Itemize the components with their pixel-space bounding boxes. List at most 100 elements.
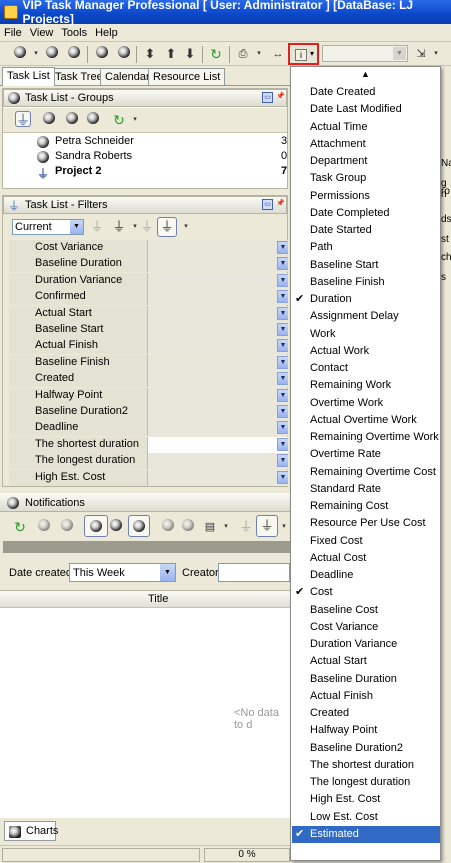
export-dropdown-icon[interactable]: ▾ [428, 46, 444, 62]
delete-group-icon[interactable] [85, 112, 101, 128]
filter-value[interactable]: ▼ [148, 436, 288, 453]
menu-tools[interactable]: Tools [61, 27, 87, 39]
menu-view[interactable]: View [30, 27, 54, 39]
filter-value[interactable]: ▼ [148, 240, 288, 256]
menu-item[interactable]: Baseline Start [292, 257, 440, 274]
filter-value[interactable]: ▼ [148, 404, 288, 420]
chevron-down-icon[interactable]: ▼ [277, 257, 288, 271]
filter-edit-icon[interactable]: ⏚ [111, 219, 127, 235]
menu-item[interactable]: Baseline Finish [292, 274, 440, 291]
filter-row[interactable]: High Est. Cost ▼ [9, 469, 288, 486]
menu-item[interactable]: Baseline Duration [292, 671, 440, 688]
filter-row[interactable]: Baseline Start ▼ [9, 322, 288, 338]
refresh-icon[interactable]: ↻ [12, 519, 28, 535]
refresh-groups-icon[interactable]: ↻ [111, 112, 127, 128]
menu-item[interactable]: Overtime Rate [292, 446, 440, 463]
menu-item[interactable]: Overtime Work [292, 395, 440, 412]
notif-filter-icon[interactable]: ⏚ [238, 519, 254, 535]
column-title-header[interactable]: Title [148, 593, 168, 605]
notif-columns-icon[interactable]: ▤ [202, 519, 218, 535]
filter-clear-icon[interactable]: ⏚ [139, 219, 155, 235]
new-task-dropdown-icon[interactable]: ▾ [28, 46, 44, 62]
chevron-down-icon[interactable]: ▼ [277, 454, 288, 468]
notif-filter-options-icon[interactable]: ⏚ [256, 515, 278, 537]
filter-row[interactable]: Halfway Point ▼ [9, 387, 288, 404]
menu-file[interactable]: File [4, 27, 22, 39]
menu-help[interactable]: Help [95, 27, 118, 39]
move-up-icon[interactable]: ⬆ [163, 46, 179, 62]
assign-task-icon[interactable] [94, 46, 110, 62]
pin-icon[interactable]: 📌 [275, 199, 286, 210]
chevron-down-icon[interactable]: ▼ [277, 306, 288, 320]
menu-item[interactable]: Contact [292, 360, 440, 377]
chevron-down-icon[interactable]: ▼ [277, 388, 288, 402]
filter-row[interactable]: Deadline ▼ [9, 420, 288, 437]
notif-inbox-icon[interactable] [84, 515, 108, 537]
filter-value[interactable]: ▼ [148, 305, 288, 322]
menu-item[interactable]: Resource Per Use Cost [292, 515, 440, 532]
print-dropdown-icon[interactable]: ▾ [251, 46, 267, 62]
chevron-down-icon[interactable]: ▼ [277, 241, 288, 254]
tab-calendar[interactable]: Calendar [100, 68, 155, 85]
menu-item[interactable]: The longest duration [292, 774, 440, 791]
edit-task-icon[interactable] [44, 46, 60, 62]
notif-reply-icon[interactable] [160, 519, 176, 535]
menu-item[interactable]: High Est. Cost [292, 791, 440, 808]
add-group-icon[interactable] [41, 112, 57, 128]
menu-item[interactable]: Assignment Delay [292, 308, 440, 325]
menu-item[interactable]: Actual Cost [292, 550, 440, 567]
menu-item[interactable]: ✔ Cost [292, 584, 440, 601]
filter-row[interactable]: Duration Variance ▼ [9, 272, 288, 289]
chevron-down-icon[interactable]: ▼ [277, 290, 288, 304]
menu-item[interactable]: Date Created [292, 84, 440, 101]
menu-item[interactable]: Created [292, 705, 440, 722]
filter-row[interactable]: Baseline Duration ▼ [9, 256, 288, 273]
filter-value[interactable]: ▼ [148, 469, 288, 486]
move-updown-icon[interactable]: ⬍ [142, 46, 158, 62]
chevron-down-icon[interactable]: ▾ [127, 112, 143, 128]
menu-item[interactable]: Halfway Point [292, 722, 440, 739]
filter-value[interactable]: ▼ [148, 371, 288, 388]
notif-forward-icon[interactable] [180, 519, 196, 535]
menu-item[interactable]: Date Started [292, 222, 440, 239]
menu-item[interactable]: Remaining Overtime Cost [292, 464, 440, 481]
menu-item[interactable]: The shortest duration [292, 757, 440, 774]
filter-value[interactable]: ▼ [148, 256, 288, 273]
menu-item[interactable]: Fixed Cost [292, 533, 440, 550]
filter-value[interactable]: ▼ [148, 338, 288, 355]
filter-row[interactable]: Created ▼ [9, 371, 288, 388]
export-icon[interactable]: ⇲ [413, 46, 429, 62]
menu-item[interactable]: Baseline Cost [292, 602, 440, 619]
menu-item[interactable]: Standard Rate [292, 481, 440, 498]
group-row[interactable]: ⏚ Project 2 7 [37, 165, 287, 181]
filter-row[interactable]: Baseline Duration2 ▼ [9, 404, 288, 420]
tab-resource-list[interactable]: Resource List [148, 68, 226, 85]
filter-value[interactable]: ▼ [148, 289, 288, 306]
menu-item[interactable]: Deadline [292, 567, 440, 584]
filter-value[interactable]: ▼ [148, 354, 288, 371]
menu-item[interactable]: Path [292, 239, 440, 256]
filter-value[interactable]: ▼ [148, 387, 288, 404]
menu-item[interactable]: Task Group [292, 170, 440, 187]
new-task-icon[interactable] [12, 46, 28, 62]
menu-item[interactable]: Remaining Work [292, 377, 440, 394]
tab-task-list[interactable]: Task List [2, 67, 55, 86]
filter-apply-icon[interactable]: ⏚ [89, 219, 105, 235]
menu-item[interactable]: Remaining Overtime Work [292, 429, 440, 446]
menu-item[interactable]: Actual Finish [292, 688, 440, 705]
notif-action-icon[interactable] [59, 519, 75, 535]
chevron-down-icon[interactable]: ▼ [277, 405, 288, 418]
filter-row[interactable]: The shortest duration ▼ [9, 436, 288, 453]
menu-item[interactable]: Cost Variance [292, 619, 440, 636]
menu-item[interactable]: Duration Variance [292, 636, 440, 653]
menu-item[interactable]: Baseline Duration2 [292, 740, 440, 757]
tab-charts[interactable]: Charts [4, 821, 58, 841]
panel-minimize-icon[interactable]: ▭ [262, 199, 273, 210]
menu-item[interactable]: Low Est. Cost [292, 809, 440, 826]
menu-item[interactable]: Remaining Cost [292, 498, 440, 515]
delete-task-icon[interactable] [66, 46, 82, 62]
menu-item[interactable]: Actual Overtime Work [292, 412, 440, 429]
chevron-down-icon[interactable]: ▾ [218, 519, 234, 535]
chevron-down-icon[interactable]: ▼ [277, 273, 288, 287]
group-row[interactable]: Petra Schneider 3 [37, 135, 287, 149]
